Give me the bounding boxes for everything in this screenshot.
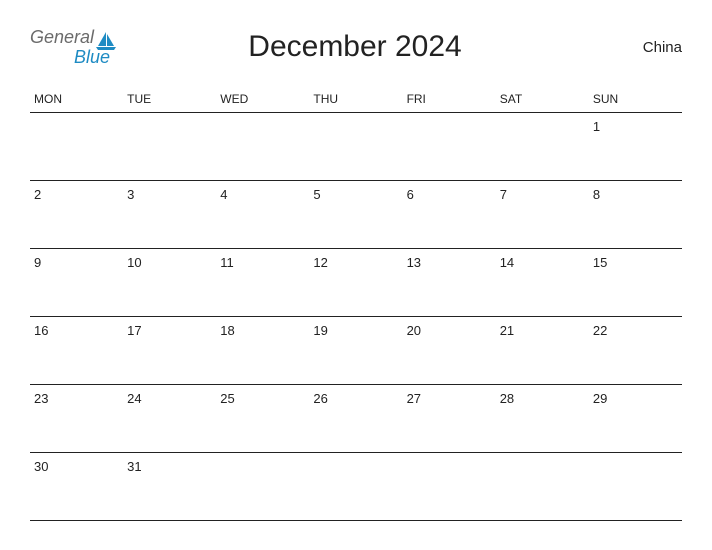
day-cell: 26	[309, 385, 402, 452]
header: General Blue December 2024 China	[30, 28, 682, 66]
weekday-header: SUN	[589, 92, 682, 106]
day-cell	[216, 453, 309, 520]
day-cell: 8	[589, 181, 682, 248]
day-cell: 3	[123, 181, 216, 248]
calendar: MON TUE WED THU FRI SAT SUN 1 2 3 4 5 6 …	[30, 92, 682, 521]
day-cell: 27	[403, 385, 496, 452]
day-cell: 28	[496, 385, 589, 452]
day-cell: 4	[216, 181, 309, 248]
day-cell: 10	[123, 249, 216, 316]
week-row: 30 31	[30, 453, 682, 521]
logo-text-bottom: Blue	[74, 48, 118, 66]
day-cell: 1	[589, 113, 682, 180]
weekday-header: THU	[309, 92, 402, 106]
day-cell: 23	[30, 385, 123, 452]
day-cell: 29	[589, 385, 682, 452]
day-cell: 11	[216, 249, 309, 316]
weekday-header: FRI	[403, 92, 496, 106]
day-cell: 25	[216, 385, 309, 452]
week-row: 9 10 11 12 13 14 15	[30, 249, 682, 317]
day-cell	[589, 453, 682, 520]
day-cell: 9	[30, 249, 123, 316]
day-cell: 12	[309, 249, 402, 316]
day-cell: 21	[496, 317, 589, 384]
day-cell: 5	[309, 181, 402, 248]
day-cell: 7	[496, 181, 589, 248]
day-cell	[216, 113, 309, 180]
week-row: 23 24 25 26 27 28 29	[30, 385, 682, 453]
week-row: 16 17 18 19 20 21 22	[30, 317, 682, 385]
weekday-header: SAT	[496, 92, 589, 106]
region-label: China	[592, 39, 682, 56]
day-cell: 2	[30, 181, 123, 248]
weekday-header: TUE	[123, 92, 216, 106]
day-cell: 19	[309, 317, 402, 384]
week-row: 2 3 4 5 6 7 8	[30, 181, 682, 249]
day-cell: 22	[589, 317, 682, 384]
day-cell	[403, 453, 496, 520]
page-title: December 2024	[118, 30, 592, 64]
day-cell	[309, 113, 402, 180]
day-cell: 15	[589, 249, 682, 316]
day-cell: 14	[496, 249, 589, 316]
day-cell: 18	[216, 317, 309, 384]
day-cell: 30	[30, 453, 123, 520]
logo: General Blue	[30, 28, 118, 66]
day-cell	[30, 113, 123, 180]
day-cell: 20	[403, 317, 496, 384]
day-cell: 31	[123, 453, 216, 520]
day-cell: 6	[403, 181, 496, 248]
day-cell: 13	[403, 249, 496, 316]
logo-text-top: General	[30, 28, 94, 46]
day-cell	[496, 113, 589, 180]
day-cell: 24	[123, 385, 216, 452]
day-cell	[403, 113, 496, 180]
day-cell: 16	[30, 317, 123, 384]
weekday-header-row: MON TUE WED THU FRI SAT SUN	[30, 92, 682, 113]
weekday-header: WED	[216, 92, 309, 106]
week-row: 1	[30, 113, 682, 181]
day-cell	[123, 113, 216, 180]
day-cell	[309, 453, 402, 520]
day-cell: 17	[123, 317, 216, 384]
day-cell	[496, 453, 589, 520]
weekday-header: MON	[30, 92, 123, 106]
